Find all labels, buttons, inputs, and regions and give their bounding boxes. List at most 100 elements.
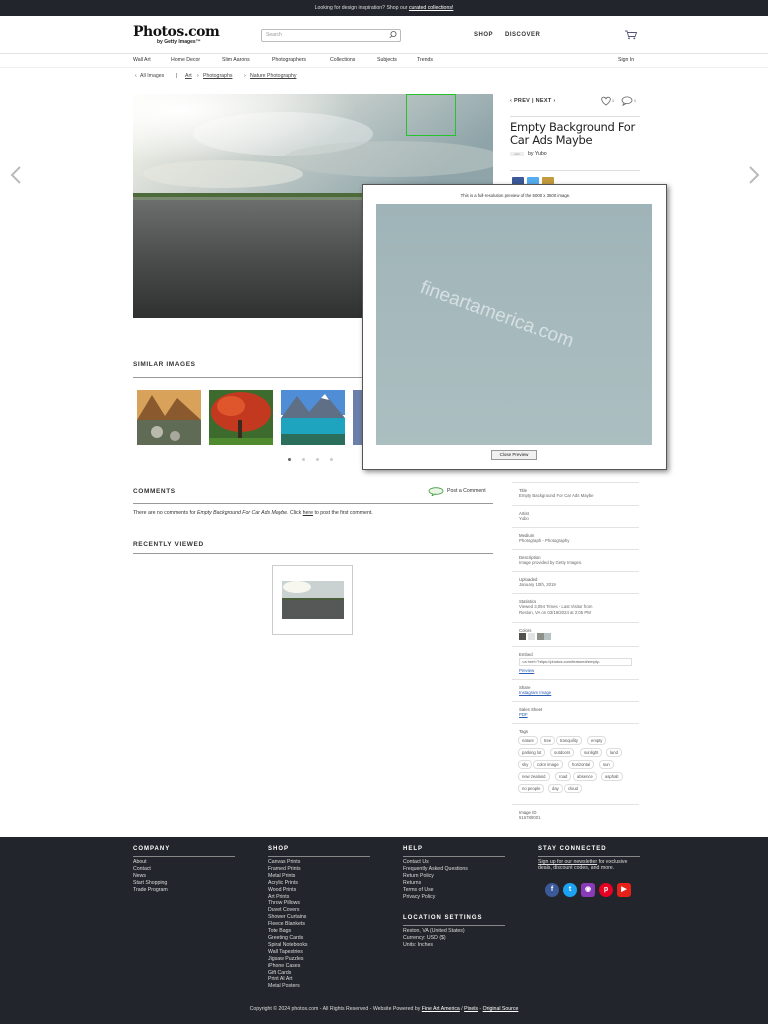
discover-menu[interactable]: DISCOVER bbox=[505, 32, 540, 38]
footer-link[interactable]: Contact Us bbox=[403, 859, 468, 866]
detail-value[interactable]: Yubo bbox=[519, 516, 529, 522]
footer-link[interactable]: Acrylic Prints bbox=[268, 880, 308, 887]
footer-link[interactable]: Privacy Policy bbox=[403, 894, 468, 901]
tag-chip[interactable]: new zealand bbox=[518, 772, 550, 781]
color-swatch[interactable] bbox=[528, 633, 535, 640]
footer-link[interactable]: Frequently Asked Questions bbox=[403, 866, 468, 873]
nav-photographers[interactable]: Photographers bbox=[272, 57, 306, 63]
footer-link[interactable]: Metal Posters bbox=[268, 983, 308, 990]
carousel-dot[interactable] bbox=[316, 458, 319, 461]
tag-chip[interactable]: horizontal bbox=[568, 760, 595, 769]
carousel-dot[interactable] bbox=[288, 458, 291, 461]
tag-chip[interactable]: color image bbox=[533, 760, 563, 769]
fine-art-america-link[interactable]: Fine Art America bbox=[422, 1006, 460, 1012]
footer-link[interactable]: Wood Prints bbox=[268, 887, 308, 894]
footer-link[interactable]: Contact bbox=[133, 866, 168, 873]
pinterest-icon[interactable]: p bbox=[599, 883, 613, 897]
footer-link[interactable]: Returns bbox=[403, 880, 468, 887]
footer-link[interactable]: Terms of Use bbox=[403, 887, 468, 894]
footer-link[interactable]: iPhone Cases bbox=[268, 963, 308, 970]
footer-link[interactable]: Print AI Art bbox=[268, 976, 308, 983]
carousel-dot[interactable] bbox=[330, 458, 333, 461]
tag-chip[interactable]: parking lot bbox=[518, 748, 546, 757]
location-setting[interactable]: Reston, VA (United States) bbox=[403, 928, 465, 935]
footer-link[interactable]: Start Shopping bbox=[133, 880, 168, 887]
first-comment-link[interactable]: here bbox=[303, 510, 313, 516]
tag-chip[interactable]: tree bbox=[540, 736, 556, 745]
tag-chip[interactable]: asphalt bbox=[601, 772, 623, 781]
sales-sheet-pdf-link[interactable]: PDF bbox=[519, 712, 528, 718]
shop-menu[interactable]: SHOP bbox=[474, 32, 493, 38]
tag-chip[interactable]: cloud bbox=[564, 784, 583, 793]
post-comment-link[interactable]: Post a Comment bbox=[447, 488, 486, 494]
search-icon[interactable] bbox=[388, 30, 398, 40]
youtube-icon[interactable]: ▶ bbox=[617, 883, 631, 897]
similar-image-thumbnail[interactable] bbox=[209, 390, 273, 445]
search-input[interactable] bbox=[261, 29, 401, 42]
prev-link[interactable]: PREV bbox=[514, 98, 530, 104]
post-comment-icon[interactable] bbox=[428, 487, 444, 496]
previous-arrow-icon[interactable] bbox=[8, 164, 24, 186]
tag-chip[interactable]: sunlight bbox=[580, 748, 603, 757]
tag-chip[interactable]: road bbox=[555, 772, 572, 781]
artist-avatar[interactable]: artist bbox=[510, 150, 524, 158]
footer-link[interactable]: Wall Tapestries bbox=[268, 949, 308, 956]
footer-link[interactable]: Greeting Cards bbox=[268, 935, 308, 942]
footer-link[interactable]: Metal Prints bbox=[268, 873, 308, 880]
site-logo[interactable]: Photos.com bbox=[133, 24, 220, 40]
original-source-link[interactable]: Original Source bbox=[483, 1006, 519, 1012]
prev-chevron-icon[interactable]: ‹ bbox=[510, 98, 512, 104]
color-swatch[interactable] bbox=[537, 633, 544, 640]
comment-icon[interactable] bbox=[621, 96, 633, 106]
footer-link[interactable]: Return Policy bbox=[403, 873, 468, 880]
nav-home-decor[interactable]: Home Decor bbox=[171, 57, 200, 63]
footer-link[interactable]: Spiral Notebooks bbox=[268, 942, 308, 949]
close-preview-button[interactable]: Close Preview bbox=[491, 450, 537, 460]
zoom-selection-box[interactable] bbox=[406, 94, 456, 136]
footer-link[interactable]: About bbox=[133, 859, 168, 866]
tag-chip[interactable]: land bbox=[606, 748, 622, 757]
footer-link[interactable]: Framed Prints bbox=[268, 866, 308, 873]
cart-icon[interactable] bbox=[624, 30, 638, 40]
color-swatch[interactable] bbox=[544, 633, 551, 640]
tag-chip[interactable]: outdoors bbox=[550, 748, 575, 757]
footer-link[interactable]: Art Prints bbox=[268, 894, 308, 901]
twitter-icon[interactable]: t bbox=[563, 883, 577, 897]
footer-link[interactable]: News bbox=[133, 873, 168, 880]
similar-image-thumbnail[interactable] bbox=[137, 390, 201, 445]
nav-sign-in[interactable]: Sign In bbox=[618, 57, 634, 63]
location-setting[interactable]: Units: Inches bbox=[403, 942, 465, 949]
footer-link[interactable]: Jigsaw Puzzles bbox=[268, 956, 308, 963]
tag-chip[interactable]: day bbox=[548, 784, 563, 793]
tag-chip[interactable]: empty bbox=[587, 736, 607, 745]
footer-link[interactable]: Tote Bags bbox=[268, 928, 308, 935]
tag-chip[interactable]: absence bbox=[573, 772, 597, 781]
breadcrumb-nature[interactable]: Nature Photography bbox=[250, 73, 296, 79]
tag-chip[interactable]: tranquility bbox=[556, 736, 582, 745]
embed-code-field[interactable]: <a href="https://photos.com/featured/emp… bbox=[519, 658, 632, 666]
next-link[interactable]: NEXT bbox=[536, 98, 552, 104]
embed-preview-link[interactable]: Preview bbox=[519, 668, 534, 674]
footer-link[interactable]: Trade Program bbox=[133, 887, 168, 894]
facebook-icon[interactable]: f bbox=[545, 883, 559, 897]
footer-link[interactable]: Duvet Covers bbox=[268, 907, 308, 914]
nav-slim-aarons[interactable]: Slim Aarons bbox=[222, 57, 250, 63]
tag-chip[interactable]: sun bbox=[599, 760, 614, 769]
breadcrumb-all-images[interactable]: All Images bbox=[140, 73, 164, 79]
similar-image-thumbnail[interactable] bbox=[353, 390, 362, 445]
nav-subjects[interactable]: Subjects bbox=[377, 57, 397, 63]
tag-chip[interactable]: sky bbox=[518, 760, 533, 769]
next-chevron-icon[interactable]: › bbox=[553, 98, 555, 104]
color-swatch[interactable] bbox=[519, 633, 526, 640]
carousel-dot[interactable] bbox=[302, 458, 305, 461]
breadcrumb-photographs[interactable]: Photographs bbox=[203, 73, 232, 79]
artist-byline[interactable]: by Yubo bbox=[528, 151, 547, 157]
instagram-share-link[interactable]: Instagram Image bbox=[519, 690, 551, 696]
footer-link[interactable]: Fleece Blankets bbox=[268, 921, 308, 928]
pixels-link[interactable]: Pixels bbox=[464, 1006, 478, 1012]
curated-collections-link[interactable]: curated collections! bbox=[409, 5, 453, 11]
tag-chip[interactable]: nature bbox=[518, 736, 538, 745]
footer-link[interactable]: Gift Cards bbox=[268, 970, 308, 977]
instagram-icon[interactable]: ◉ bbox=[581, 883, 595, 897]
tag-chip[interactable]: no people bbox=[518, 784, 545, 793]
